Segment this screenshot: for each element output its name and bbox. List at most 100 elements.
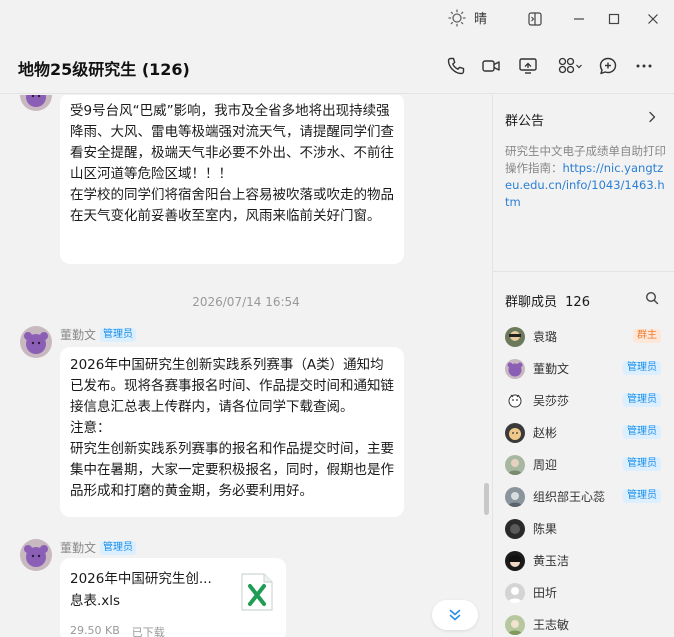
member-name: 周迎 [533, 458, 558, 472]
close-window-button[interactable] [643, 9, 663, 29]
purple-bear-avatar-icon [20, 539, 52, 571]
member-name: 赵彬 [533, 426, 558, 440]
purple-bear-avatar-icon [20, 326, 52, 358]
message-timestamp: 2026/07/14 16:54 [192, 295, 300, 309]
admin-badge: 管理员 [623, 457, 661, 471]
pin-window-icon [528, 12, 542, 26]
member-item[interactable]: 王志敏 [493, 609, 674, 637]
chat-header: 地物25级研究生 (126) [0, 38, 674, 94]
chat-message-area[interactable]: 受9号台风“巴威”影响，我市及全省多地将出现持续强降雨、大风、雷电等极端强对流天… [0, 95, 492, 637]
owner-badge: 群主 [633, 329, 661, 343]
member-name: 吴莎莎 [533, 394, 570, 408]
member-item[interactable]: 周迎 管理员 [493, 449, 674, 481]
sender-name[interactable]: 董勤文 [60, 326, 96, 343]
weather-text: 晴 [474, 12, 488, 27]
member-avatar-icon [505, 583, 525, 603]
excel-file-icon [241, 573, 273, 611]
message-text: 2026年中国研究生创新实践系列赛事（A类）通知均已发布。现将各赛事报名时间、作… [70, 357, 394, 499]
member-avatar-icon [505, 327, 525, 347]
member-avatar-icon [505, 551, 525, 571]
more-options-button[interactable] [632, 54, 656, 78]
admin-badge: 管理员 [623, 489, 661, 503]
message-sender: 董勤文 管理员 [60, 539, 137, 556]
double-chevron-down-icon [449, 609, 461, 621]
member-name: 陈果 [533, 522, 558, 536]
member-name: 袁璐 [533, 330, 558, 344]
window-titlebar: 晴 [0, 0, 674, 38]
file-attachment-card[interactable]: 2026年中国研究生创... 息表.xls 29.50 KB 已下载 [60, 558, 286, 637]
file-meta: 29.50 KB 已下载 [70, 624, 165, 637]
admin-badge: 管理员 [623, 361, 661, 375]
scroll-to-bottom-button[interactable] [432, 600, 478, 630]
member-name: 田圻 [533, 586, 558, 600]
message-text: 受9号台风“巴威”影响，我市及全省多地将出现持续强降雨、大风、雷电等极端强对流天… [70, 103, 394, 224]
sun-icon [448, 8, 466, 27]
member-avatar-icon [505, 487, 525, 507]
minimize-icon [574, 18, 584, 20]
message-bubble[interactable]: 2026年中国研究生创新实践系列赛事（A类）通知均已发布。现将各赛事报名时间、作… [60, 347, 404, 517]
add-chat-icon [599, 57, 617, 75]
member-avatar-icon [505, 391, 525, 411]
more-horizontal-icon [636, 64, 652, 68]
avatar[interactable] [20, 326, 52, 358]
member-item[interactable]: 吴莎莎 管理员 [493, 385, 674, 417]
members-label: 群聊成员 [505, 295, 558, 310]
member-item[interactable]: 黄玉洁 [493, 545, 674, 577]
message-bubble[interactable]: 受9号台风“巴威”影响，我市及全省多地将出现持续强降雨、大风、雷电等极端强对流天… [60, 95, 404, 264]
member-avatar-icon [505, 519, 525, 539]
group-notice-title[interactable]: 群公告 [505, 110, 544, 129]
group-info-panel: 群公告 研究生中文电子成绩单自助打印操作指南：https://nic.yangt… [492, 95, 674, 637]
voice-call-button[interactable] [444, 54, 468, 78]
weather-widget[interactable]: 晴 [448, 8, 487, 27]
member-item[interactable]: 董勤文 管理员 [493, 353, 674, 385]
admin-badge: 管理员 [100, 327, 137, 342]
member-name: 黄玉洁 [533, 554, 570, 568]
chevron-right-icon[interactable] [645, 110, 659, 124]
sender-name[interactable]: 董勤文 [60, 539, 96, 556]
search-icon[interactable] [645, 291, 659, 305]
screen-share-button[interactable] [516, 54, 540, 78]
admin-badge: 管理员 [623, 393, 661, 407]
member-list: 袁璐 群主 董勤文 管理员 吴莎莎 管理员 赵彬 管理员 周迎 管理员 组织部王… [493, 321, 674, 637]
add-member-button[interactable] [596, 54, 620, 78]
member-item[interactable]: 田圻 [493, 577, 674, 609]
member-avatar-icon [505, 615, 525, 635]
member-avatar-icon [505, 423, 525, 443]
file-status: 已下载 [131, 626, 165, 637]
video-call-button[interactable] [479, 54, 503, 78]
maximize-icon [608, 13, 620, 25]
phone-icon [447, 57, 465, 75]
avatar[interactable] [20, 539, 52, 571]
member-item[interactable]: 陈果 [493, 513, 674, 545]
members-count: 126 [565, 295, 590, 310]
member-name: 王志敏 [533, 618, 570, 632]
file-name: 2026年中国研究生创... 息表.xls [70, 568, 220, 612]
minimize-button[interactable] [569, 9, 589, 29]
admin-badge: 管理员 [100, 540, 137, 555]
member-name: 组织部王心蕊 [533, 490, 606, 504]
member-avatar-icon [505, 359, 525, 379]
close-icon [648, 14, 658, 24]
member-item[interactable]: 赵彬 管理员 [493, 417, 674, 449]
apps-button[interactable] [556, 54, 584, 78]
file-size: 29.50 KB [70, 624, 120, 637]
members-title[interactable]: 群聊成员 126 [505, 291, 590, 310]
avatar[interactable] [20, 95, 52, 111]
member-name: 董勤文 [533, 362, 570, 376]
member-avatar-icon [505, 455, 525, 475]
group-notice-body[interactable]: 研究生中文电子成绩单自助打印操作指南：https://nic.yangtzeu.… [505, 143, 667, 211]
pin-window-button[interactable] [525, 9, 545, 29]
chat-scrollbar[interactable] [484, 483, 489, 515]
video-camera-icon [482, 60, 500, 72]
apps-icon [558, 57, 582, 74]
group-chat-title[interactable]: 地物25级研究生 (126) [18, 56, 190, 80]
message-sender: 董勤文 管理员 [60, 326, 137, 343]
member-item[interactable]: 组织部王心蕊 管理员 [493, 481, 674, 513]
admin-badge: 管理员 [623, 425, 661, 439]
maximize-button[interactable] [604, 9, 624, 29]
file-name-line2: 息表.xls [70, 593, 121, 609]
screen-share-icon [519, 58, 537, 74]
file-name-line1: 2026年中国研究生创... [70, 571, 212, 587]
member-item[interactable]: 袁璐 群主 [493, 321, 674, 353]
purple-bear-avatar-icon [20, 95, 52, 111]
